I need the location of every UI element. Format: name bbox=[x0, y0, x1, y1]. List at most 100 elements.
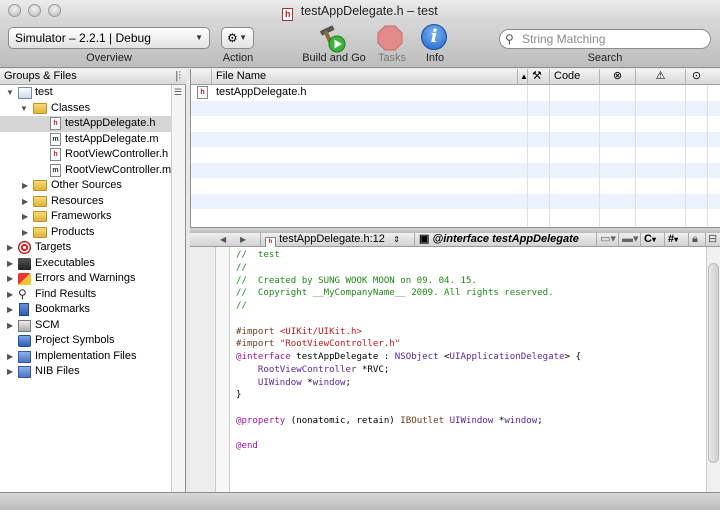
hammer-icon: ⚒ bbox=[532, 70, 542, 82]
sidebar-item-bookmarks[interactable]: ▶ Bookmarks bbox=[0, 302, 172, 318]
info-label: Info bbox=[425, 52, 445, 64]
type-token: UIApplicationDelegate bbox=[449, 352, 565, 362]
sidebar-header: Groups & Files |⫶ bbox=[0, 69, 186, 85]
sidebar-item-scm[interactable]: ▶ SCM bbox=[0, 318, 172, 334]
code-editor[interactable]: // test // // Created by SUNG WOOK MOON … bbox=[190, 247, 720, 492]
type-token: NSObject bbox=[394, 352, 439, 362]
errors-column-header[interactable]: ⊗ bbox=[599, 69, 635, 85]
implementation-file-icon: m bbox=[50, 132, 61, 146]
keyword-token: @interface bbox=[236, 352, 291, 362]
sidebar-item-testappdelegate-m[interactable]: m testAppDelegate.m bbox=[0, 132, 172, 148]
editor-navigation-bar: ◀ ▶ h testAppDelegate.h:12 ⇕ ▣ @interfac… bbox=[190, 233, 720, 250]
code-line: #import "RootViewController.h" bbox=[236, 338, 581, 351]
sidebar-item-nib-files[interactable]: ▶ NIB Files bbox=[0, 364, 172, 380]
build-and-go-button[interactable] bbox=[317, 24, 347, 53]
sidebar-scrollbar[interactable]: ☰ bbox=[171, 85, 185, 492]
include-popup[interactable]: #▾ bbox=[664, 233, 686, 247]
sidebar-item-products[interactable]: ▶ Products bbox=[0, 225, 172, 241]
file-history-popup[interactable]: h testAppDelegate.h:12 ⇕ bbox=[260, 233, 408, 250]
warnings-column-header[interactable]: ⚠ bbox=[635, 69, 685, 85]
column-resize-icon[interactable]: |⫶ bbox=[175, 69, 181, 84]
folder-icon bbox=[33, 195, 47, 207]
counterpart-popup[interactable]: C▾ bbox=[640, 233, 664, 247]
back-arrow-icon[interactable]: ◀ bbox=[220, 233, 226, 246]
editor-scrollbar[interactable] bbox=[706, 247, 720, 492]
sidebar-item-label: Classes bbox=[51, 101, 91, 114]
code-line: @interface testAppDelegate : NSObject <U… bbox=[236, 351, 581, 364]
code-line: RootViewController *RVC; bbox=[236, 364, 581, 377]
window-title-wrap: h testAppDelegate.h – test bbox=[0, 4, 720, 21]
table-row bbox=[191, 147, 720, 163]
error-icon: ⊗ bbox=[612, 70, 623, 82]
sidebar-item-testappdelegate-h[interactable]: h testAppDelegate.h bbox=[0, 116, 172, 132]
build-column-header[interactable]: ⚒ bbox=[527, 69, 549, 85]
bookmarks-popup[interactable]: ▭▾ bbox=[596, 233, 618, 247]
folder-icon bbox=[33, 180, 47, 191]
popup-arrow-icon: ▼ bbox=[239, 33, 247, 42]
symbol-popup[interactable]: ▣ @interface testAppDelegate bbox=[414, 233, 594, 247]
overview-value: Simulator – 2.2.1 | Debug bbox=[15, 31, 151, 45]
table-row bbox=[191, 178, 720, 194]
file-type-column[interactable] bbox=[191, 69, 211, 85]
sidebar-item-errors-and-warnings[interactable]: ▶ Errors and Warnings bbox=[0, 271, 172, 287]
search-field[interactable]: ⚲ String Matching bbox=[499, 29, 711, 49]
hammer-play-icon bbox=[320, 25, 346, 53]
sidebar-item-executables[interactable]: ▶ Executables bbox=[0, 256, 172, 272]
sidebar-item-rootviewcontroller-h[interactable]: h RootViewController.h bbox=[0, 147, 172, 163]
sidebar-item-classes[interactable]: ▼ Classes bbox=[0, 101, 172, 117]
breakpoints-popup[interactable]: ▬▾ bbox=[618, 233, 640, 247]
split-editor-icon[interactable]: ⊟ bbox=[705, 233, 720, 247]
code-line: // Copyright __MyCompanyName__ 2009. All… bbox=[236, 288, 554, 299]
sidebar-item-other-sources[interactable]: ▶ Other Sources bbox=[0, 178, 172, 194]
gear-icon: ⚙ bbox=[227, 31, 238, 45]
disclosure-open-icon: ▼ bbox=[20, 103, 28, 113]
plain-token: * bbox=[493, 415, 505, 426]
sidebar-item-find-results[interactable]: ▶ ⚲ Find Results bbox=[0, 287, 172, 303]
info-button[interactable]: i bbox=[421, 24, 451, 52]
sidebar-item-project-symbols[interactable]: Project Symbols bbox=[0, 333, 172, 349]
file-name-column-header[interactable]: File Name bbox=[211, 69, 527, 85]
code-column-header[interactable]: Code bbox=[549, 69, 599, 85]
sidebar-item-rootviewcontroller-m[interactable]: m RootViewController.m bbox=[0, 163, 172, 179]
tasks-button[interactable] bbox=[376, 24, 406, 52]
sidebar-item-targets[interactable]: ▶ Targets bbox=[0, 240, 172, 256]
executable-icon bbox=[18, 257, 31, 270]
string-token: "RootViewController.h" bbox=[279, 339, 401, 350]
sidebar-item-frameworks[interactable]: ▶ Frameworks bbox=[0, 209, 172, 225]
popup-arrows-icon: ⇕ bbox=[393, 235, 400, 244]
scrollbar-thumb[interactable] bbox=[708, 263, 719, 463]
scm-icon bbox=[18, 319, 31, 332]
plain-token: < bbox=[438, 352, 450, 362]
header-file-icon: h bbox=[50, 148, 61, 161]
table-row[interactable]: h testAppDelegate.h bbox=[191, 85, 720, 101]
plain-token: > { bbox=[564, 352, 581, 362]
string-token: <UIKit/UIKit.h> bbox=[279, 326, 362, 337]
lock-icon[interactable]: 🔒︎ bbox=[688, 233, 704, 247]
action-popup[interactable]: ⚙ ▼ bbox=[221, 27, 254, 49]
table-row bbox=[191, 116, 720, 132]
preprocessor-token: #import bbox=[236, 326, 280, 337]
disclosure-closed-icon: ▶ bbox=[7, 320, 14, 330]
preprocessor-token: #import bbox=[236, 339, 280, 350]
overview-label: Overview bbox=[86, 52, 132, 64]
sidebar-item-label: Targets bbox=[35, 241, 72, 253]
sidebar-item-implementation-files[interactable]: ▶ Implementation Files bbox=[0, 349, 172, 365]
at-sign-icon: ▣ bbox=[419, 233, 430, 245]
implementation-file-icon: m bbox=[50, 163, 61, 177]
editor-gutter[interactable] bbox=[190, 247, 216, 492]
popup-arrow-icon: ▼ bbox=[195, 33, 203, 42]
overview-popup[interactable]: Simulator – 2.2.1 | Debug ▼ bbox=[8, 27, 210, 49]
sidebar-item-resources[interactable]: ▶ Resources bbox=[0, 194, 172, 210]
macro-token: IBOutlet bbox=[400, 415, 445, 426]
forward-arrow-icon[interactable]: ▶ bbox=[240, 233, 246, 246]
editor-focus-ribbon[interactable] bbox=[216, 247, 230, 492]
source-code[interactable]: // test // // Created by SUNG WOOK MOON … bbox=[236, 249, 581, 453]
info-icon: i bbox=[421, 24, 447, 50]
sidebar-item-label: Products bbox=[51, 225, 95, 238]
sidebar-item-test[interactable]: ▼ test bbox=[0, 85, 172, 101]
search-label: Search bbox=[587, 52, 623, 64]
code-line: UIWindow *window; bbox=[236, 377, 581, 390]
target-column-header[interactable]: ⊙ bbox=[685, 69, 707, 85]
column-divider bbox=[599, 85, 600, 227]
